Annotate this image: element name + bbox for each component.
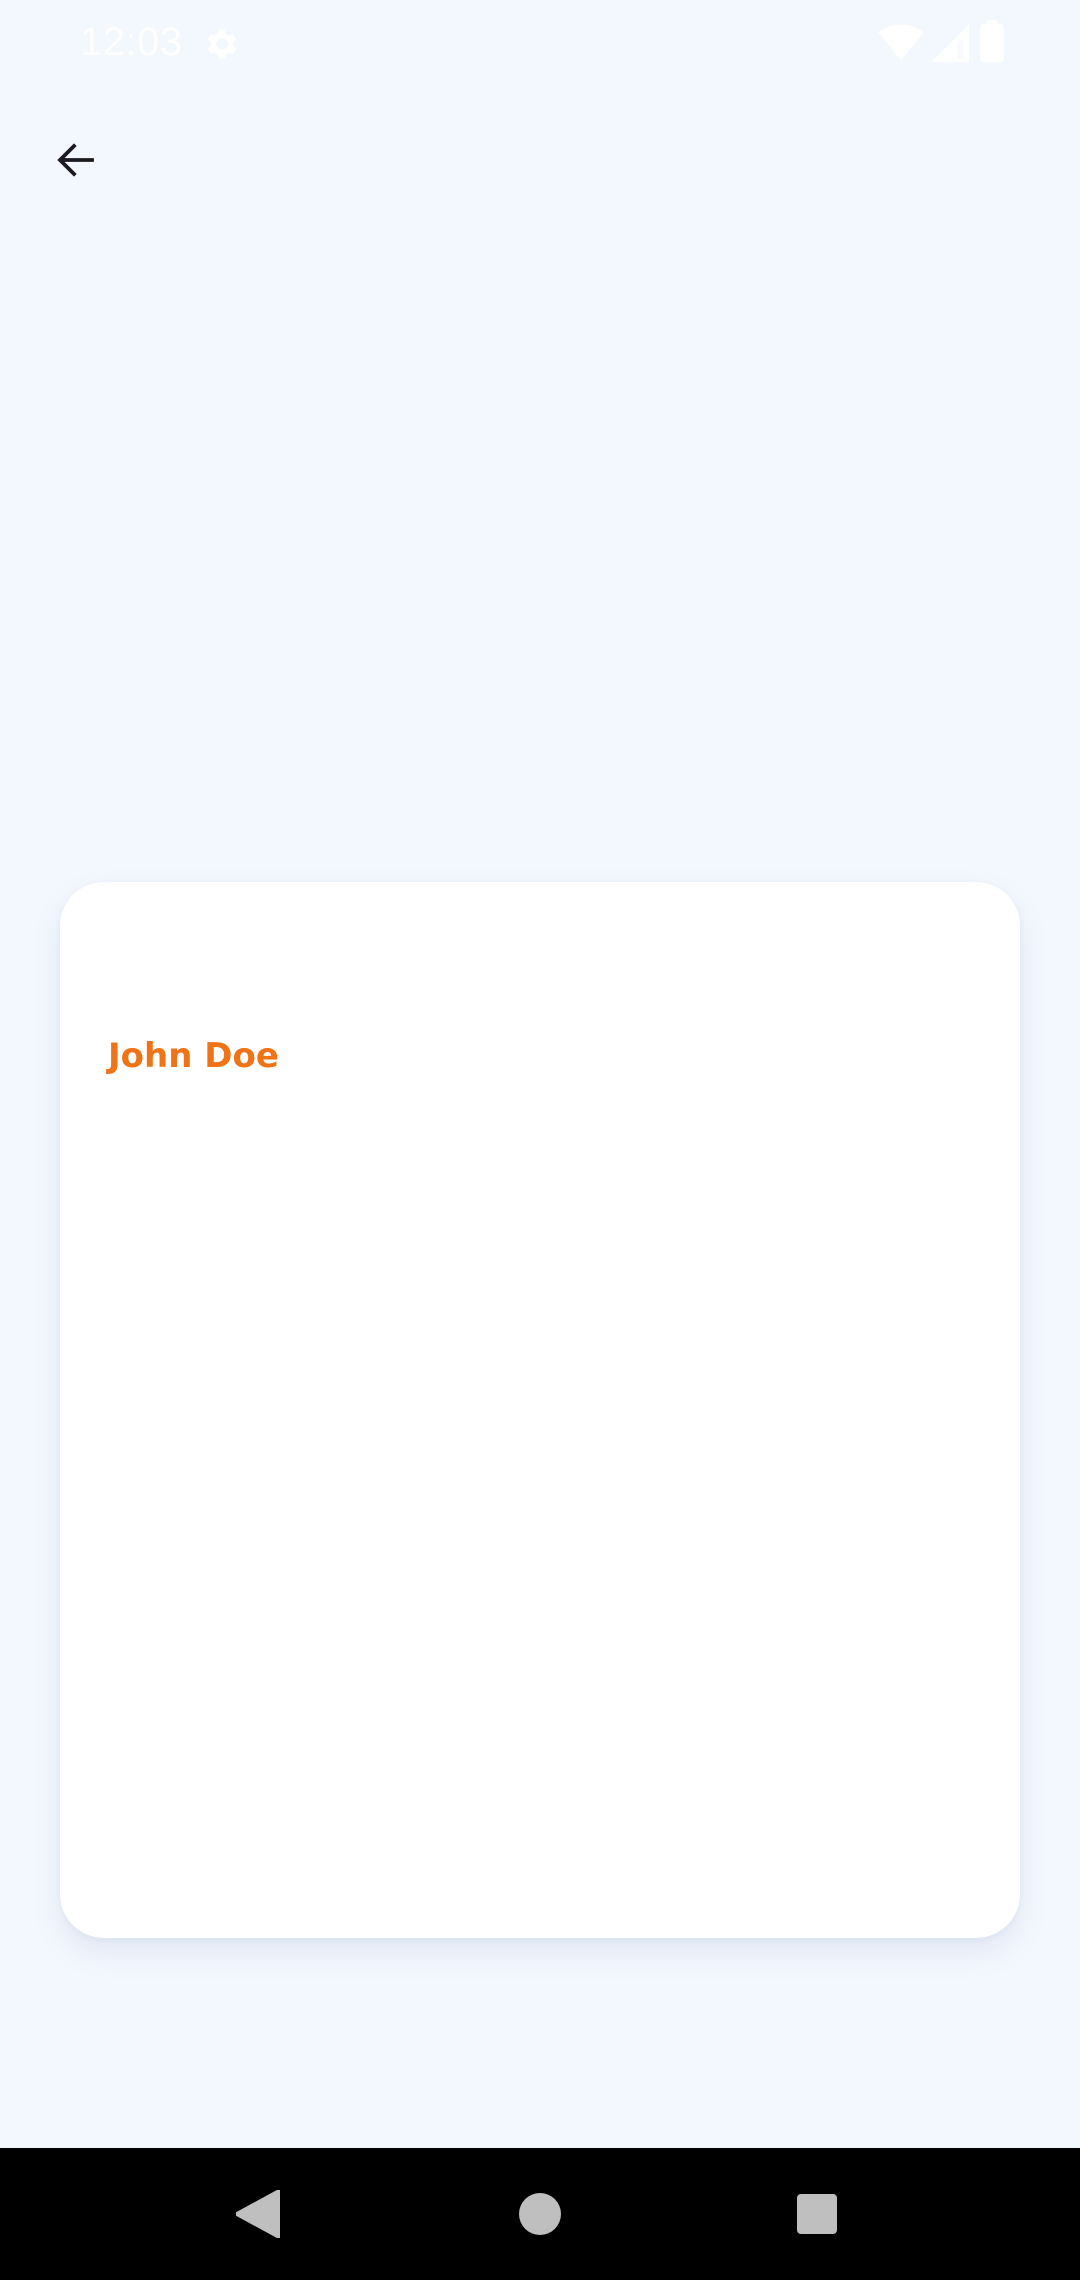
nav-back-icon[interactable]: [236, 2190, 280, 2238]
nav-recents-icon[interactable]: [797, 2194, 837, 2234]
signal-icon: [931, 24, 969, 62]
wifi-icon: [878, 24, 924, 61]
status-time: 12:03: [80, 20, 183, 64]
profile-card: John Doe: [60, 882, 1020, 1938]
profile-name: John Doe: [108, 1036, 279, 1076]
battery-icon: [980, 20, 1004, 62]
status-bar: 12:03: [0, 0, 1080, 88]
navigation-bar: [0, 2148, 1080, 2280]
settings-icon: [207, 29, 237, 59]
arrow-left-icon: [57, 143, 94, 177]
nav-home-icon[interactable]: [519, 2193, 561, 2235]
back-button[interactable]: [36, 120, 116, 200]
